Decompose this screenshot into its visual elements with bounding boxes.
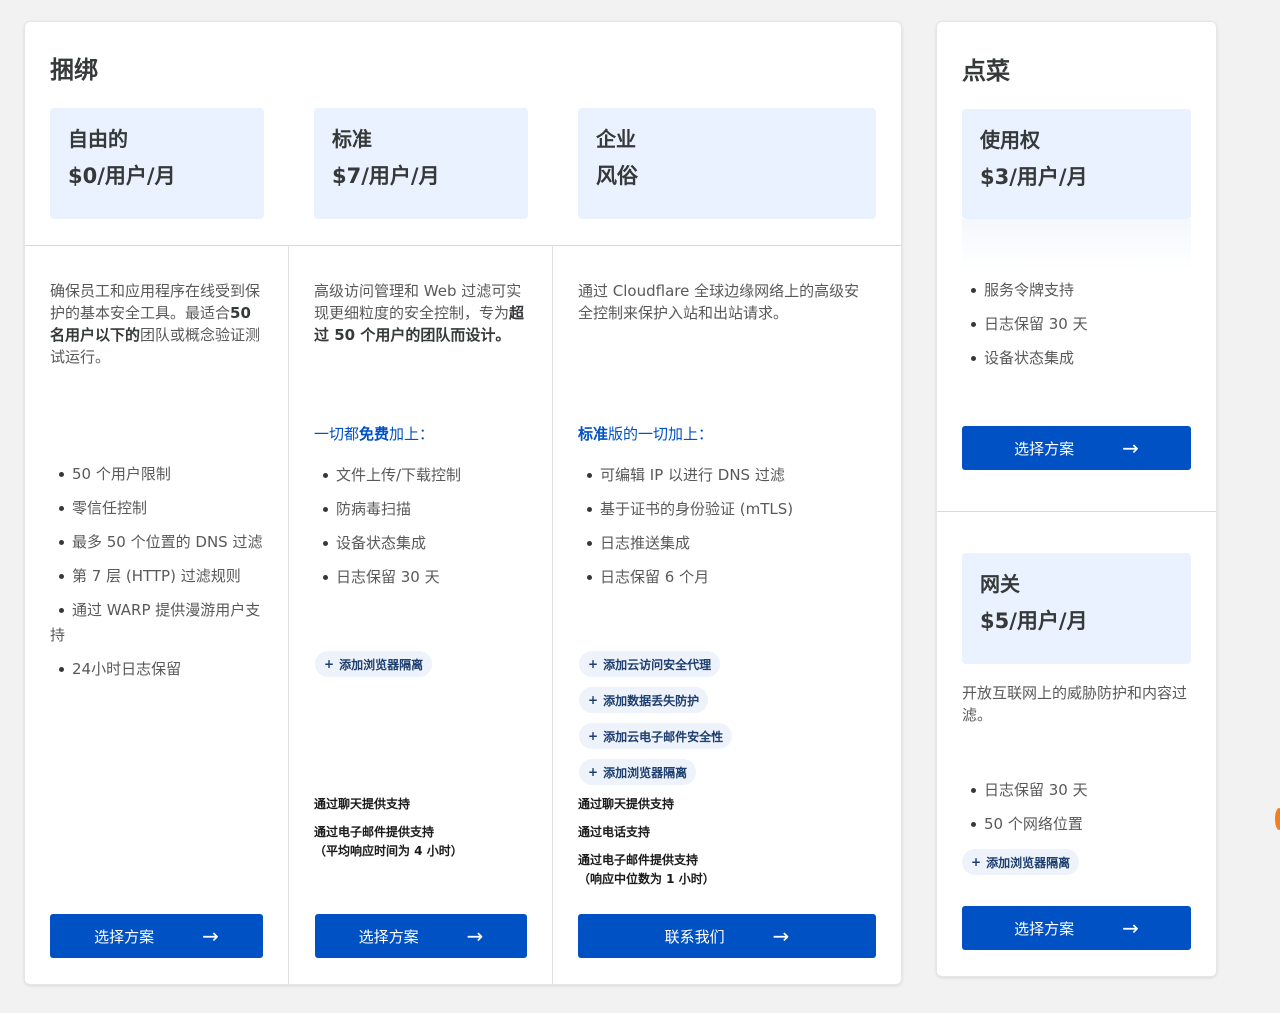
plan-access-features: 服务令牌支持 日志保留 30 天 设备状态集成 (962, 278, 1191, 380)
feature-item: 通过 WARP 提供漫游用户支持 (50, 598, 264, 648)
support-line: 通过聊天提供支持 (314, 797, 411, 811)
alacarte-title: 点菜 (962, 57, 1010, 85)
plan-name: 标准 (332, 127, 372, 151)
plan-gateway-features: 日志保留 30 天 50 个网络位置 (962, 778, 1191, 846)
arrow-right-icon: → (772, 924, 790, 948)
feature-item: 日志保留 6 个月 (578, 565, 874, 590)
addon-label: 添加数据丢失防护 (603, 693, 700, 708)
feature-item: 日志推送集成 (578, 531, 874, 556)
plus-icon: + (588, 693, 599, 707)
plus-icon: + (324, 657, 335, 671)
feature-item: 防病毒扫描 (314, 497, 528, 522)
feature-item: 设备状态集成 (962, 346, 1191, 371)
select-plan-button-free[interactable]: 选择方案 → (50, 914, 263, 958)
plan-enterprise-features: 可编辑 IP 以进行 DNS 过滤 基于证书的身份验证 (mTLS) 日志推送集… (578, 463, 874, 599)
arrow-right-icon: → (466, 924, 484, 948)
column-divider (288, 246, 289, 984)
header-fade (962, 219, 1191, 269)
plan-standard-features: 文件上传/下载控制 防病毒扫描 设备状态集成 日志保留 30 天 (314, 463, 528, 599)
plus-icon: + (588, 765, 599, 779)
feature-item: 设备状态集成 (314, 531, 528, 556)
support-line: （响应中位数为 1 小时） (578, 872, 715, 886)
button-label: 选择方案 (94, 927, 155, 946)
feature-item: 最多 50 个位置的 DNS 过滤 (50, 530, 264, 555)
addon-browser-isolation[interactable]: + 添加浏览器隔离 (315, 651, 433, 677)
plan-name: 企业 (596, 127, 636, 151)
divider (937, 511, 1216, 512)
plan-free-description: 确保员工和应用程序在线受到保护的基本安全工具。最适合50名用户以下的团队或概念验… (50, 282, 261, 366)
plan-price: 风俗 (596, 164, 638, 188)
plan-standard-includes-label: 一切都免费加上： (314, 425, 435, 443)
addon-email-security[interactable]: + 添加云电子邮件安全性 (579, 723, 733, 749)
plan-access-header: 使用权 $3/用户/月 (962, 109, 1191, 219)
divider (25, 245, 901, 246)
plan-gateway-header: 网关 $5/用户/月 (962, 553, 1191, 664)
feature-item: 基于证书的身份验证 (mTLS) (578, 497, 874, 522)
addon-casb[interactable]: + 添加云访问安全代理 (579, 651, 721, 677)
plan-free-features: 50 个用户限制 零信任控制 最多 50 个位置的 DNS 过滤 第 7 层 (… (50, 462, 264, 691)
button-label: 选择方案 (1014, 439, 1075, 458)
plan-enterprise-includes-label: 标准版的一切加上： (578, 425, 714, 443)
support-line: 通过电子邮件提供支持 (314, 825, 435, 839)
arrow-right-icon: → (1122, 916, 1139, 940)
plan-free-header: 自由的 $0/用户/月 (50, 108, 264, 219)
addon-label: 添加浏览器隔离 (986, 855, 1071, 870)
support-line: （平均响应时间为 4 小时） (314, 844, 463, 858)
addon-label: 添加云访问安全代理 (603, 657, 712, 672)
plus-icon: + (588, 729, 599, 743)
plan-name: 自由的 (68, 127, 128, 151)
feature-item: 日志保留 30 天 (962, 778, 1191, 803)
button-label: 选择方案 (1014, 919, 1075, 938)
addon-browser-isolation[interactable]: + 添加浏览器隔离 (962, 849, 1080, 875)
arrow-right-icon: → (1122, 436, 1139, 460)
support-line: 通过聊天提供支持 (578, 797, 675, 811)
plan-enterprise-support: 通过聊天提供支持 通过电话支持 通过电子邮件提供支持 （响应中位数为 1 小时） (578, 795, 715, 898)
select-plan-button-gateway[interactable]: 选择方案 → (962, 906, 1191, 950)
feature-item: 文件上传/下载控制 (314, 463, 528, 488)
plan-name: 网关 (980, 572, 1020, 596)
feature-item: 50 个网络位置 (962, 812, 1191, 837)
plus-icon: + (971, 855, 982, 869)
plan-price: $7/用户/月 (332, 164, 440, 188)
addon-label: 添加浏览器隔离 (603, 765, 688, 780)
addon-label: 添加浏览器隔离 (339, 657, 424, 672)
bundle-card: 捆绑 自由的 $0/用户/月 标准 $7/用户/月 企业 风俗 确保员工和应用程… (24, 21, 902, 985)
addon-dlp[interactable]: + 添加数据丢失防护 (579, 687, 709, 713)
select-plan-button-access[interactable]: 选择方案 → (962, 426, 1191, 470)
support-line: 通过电子邮件提供支持 (578, 853, 699, 867)
feature-item: 24小时日志保留 (50, 657, 264, 682)
column-divider (552, 246, 553, 984)
plan-standard-header: 标准 $7/用户/月 (314, 108, 528, 219)
button-label: 选择方案 (358, 927, 419, 946)
feature-item: 零信任控制 (50, 496, 264, 521)
addon-browser-isolation[interactable]: + 添加浏览器隔离 (579, 759, 697, 785)
plan-price: $0/用户/月 (68, 164, 176, 188)
plan-name: 使用权 (980, 128, 1040, 152)
button-label: 联系我们 (664, 927, 725, 946)
plan-enterprise-header: 企业 风俗 (578, 108, 876, 219)
support-line: 通过电话支持 (578, 825, 651, 839)
bundle-title: 捆绑 (50, 56, 98, 84)
edge-widget[interactable] (1275, 808, 1280, 830)
contact-us-button[interactable]: 联系我们 → (578, 914, 876, 958)
plan-standard-support: 通过聊天提供支持 通过电子邮件提供支持 （平均响应时间为 4 小时） (314, 795, 463, 870)
select-plan-button-standard[interactable]: 选择方案 → (315, 914, 527, 958)
plus-icon: + (588, 657, 599, 671)
plan-price: $5/用户/月 (980, 609, 1088, 633)
feature-item: 50 个用户限制 (50, 462, 264, 487)
feature-item: 可编辑 IP 以进行 DNS 过滤 (578, 463, 874, 488)
feature-item: 日志保留 30 天 (962, 312, 1191, 337)
plan-enterprise-description: 通过 Cloudflare 全球边缘网络上的高级安全控制来保护入站和出站请求。 (578, 282, 860, 322)
addon-label: 添加云电子邮件安全性 (603, 729, 724, 744)
arrow-right-icon: → (202, 924, 219, 948)
plan-gateway-description: 开放互联网上的威胁防护和内容过滤。 (962, 684, 1188, 724)
plan-standard-description: 高级访问管理和 Web 过滤可实现更细粒度的安全控制，专为超过 50 个用户的团… (314, 282, 525, 344)
feature-item: 第 7 层 (HTTP) 过滤规则 (50, 564, 264, 589)
feature-item: 日志保留 30 天 (314, 565, 528, 590)
feature-item: 服务令牌支持 (962, 278, 1191, 303)
alacarte-card: 点菜 使用权 $3/用户/月 服务令牌支持 日志保留 30 天 设备状态集成 选… (936, 21, 1217, 977)
plan-price: $3/用户/月 (980, 165, 1088, 189)
